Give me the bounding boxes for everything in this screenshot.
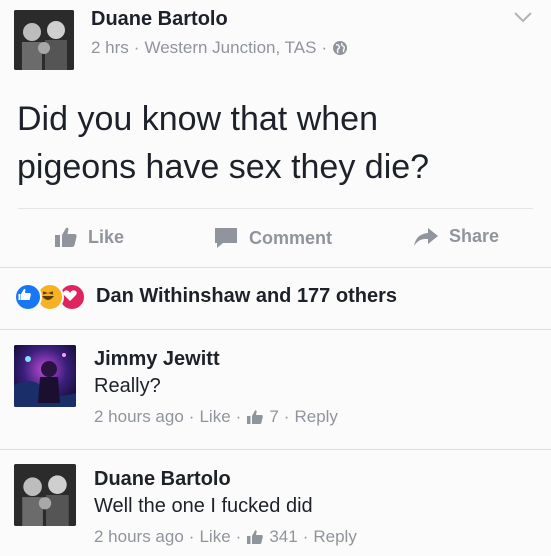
divider bbox=[0, 449, 551, 450]
post-meta: 2 hrs · Western Junction, TAS · bbox=[91, 38, 348, 58]
share-arrow-icon bbox=[414, 227, 438, 246]
comment-like-count[interactable]: 341 bbox=[269, 527, 297, 547]
commenter-avatar[interactable] bbox=[14, 345, 76, 407]
commenter-name[interactable]: Jimmy Jewitt bbox=[94, 348, 220, 371]
reaction-icons[interactable] bbox=[14, 283, 86, 311]
share-label: Share bbox=[449, 226, 500, 246]
comment-text: Really? bbox=[94, 375, 161, 397]
comment-like-link[interactable]: Like bbox=[199, 527, 230, 547]
meta-separator: · bbox=[235, 527, 242, 546]
comment-like-count[interactable]: 7 bbox=[269, 407, 278, 427]
post-actions: Like Comment Share bbox=[0, 222, 551, 256]
comment-text: Well the one I fucked did bbox=[94, 495, 313, 517]
divider bbox=[0, 267, 551, 268]
meta-separator: · bbox=[321, 38, 328, 57]
avatar-photo bbox=[14, 345, 76, 407]
comment-button[interactable]: Comment bbox=[213, 226, 332, 250]
post-body: Did you know that when pigeons have sex … bbox=[17, 95, 537, 191]
facebook-post-card: Duane Bartolo 2 hrs · Western Junction, … bbox=[0, 0, 551, 556]
avatar-photo bbox=[14, 464, 76, 526]
like-button[interactable]: Like bbox=[54, 226, 124, 248]
meta-separator: · bbox=[235, 407, 242, 426]
avatar-photo bbox=[14, 10, 74, 70]
like-label: Like bbox=[88, 226, 125, 247]
meta-separator: · bbox=[302, 527, 309, 546]
divider bbox=[0, 329, 551, 330]
reactions-summary[interactable]: Dan Withinshaw and 177 others bbox=[96, 285, 397, 308]
globe-icon bbox=[332, 40, 348, 56]
meta-separator: · bbox=[283, 407, 290, 426]
comment-label: Comment bbox=[249, 227, 333, 248]
commenter-name[interactable]: Duane Bartolo bbox=[94, 468, 231, 491]
thumbs-up-icon bbox=[55, 227, 77, 247]
post-text-line: Did you know that when bbox=[17, 100, 378, 138]
like-reaction-icon bbox=[14, 283, 42, 311]
thumbs-up-icon bbox=[246, 529, 264, 545]
share-button[interactable]: Share bbox=[413, 226, 499, 247]
thumbs-up-icon bbox=[246, 409, 264, 425]
post-author-name[interactable]: Duane Bartolo bbox=[91, 8, 228, 31]
chevron-down-icon[interactable] bbox=[513, 10, 533, 24]
post-author-avatar[interactable] bbox=[14, 10, 74, 70]
comment-like-link[interactable]: Like bbox=[199, 407, 230, 427]
meta-separator: · bbox=[133, 38, 140, 57]
speech-bubble-icon bbox=[215, 228, 237, 248]
commenter-avatar[interactable] bbox=[14, 464, 76, 526]
meta-separator: · bbox=[188, 527, 195, 546]
comment-reply-link[interactable]: Reply bbox=[313, 527, 356, 547]
post-text-line: pigeons have sex they die? bbox=[17, 148, 430, 186]
comment-time[interactable]: 2 hours ago bbox=[94, 407, 184, 427]
comment-time[interactable]: 2 hours ago bbox=[94, 527, 184, 547]
comment-meta: 2 hours ago · Like · 341 · Reply bbox=[94, 527, 357, 547]
comment-reply-link[interactable]: Reply bbox=[294, 407, 337, 427]
divider bbox=[18, 208, 533, 209]
comment-meta: 2 hours ago · Like · 7 · Reply bbox=[94, 407, 338, 427]
post-location[interactable]: Western Junction, TAS bbox=[144, 38, 316, 58]
meta-separator: · bbox=[188, 407, 195, 426]
post-time[interactable]: 2 hrs bbox=[91, 38, 129, 58]
